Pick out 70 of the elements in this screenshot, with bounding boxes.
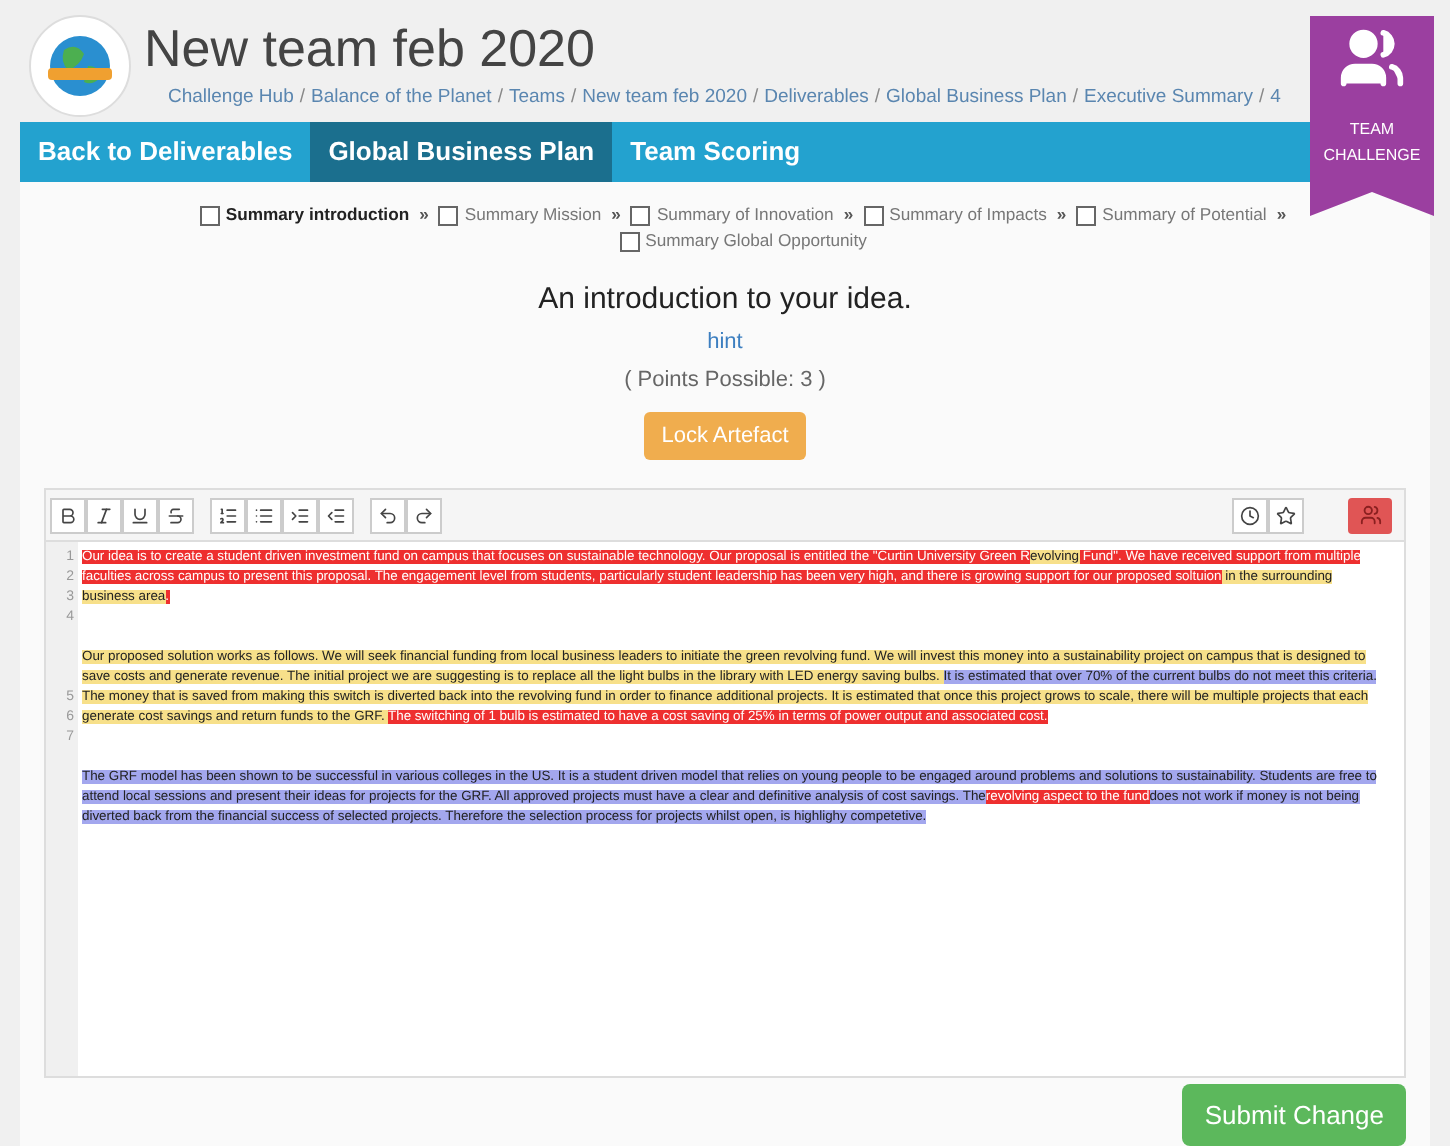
team-button[interactable] [1348, 497, 1392, 533]
nav-tab[interactable]: Team Scoring [612, 122, 819, 182]
redo-icon [414, 505, 434, 525]
numbered-list-icon [218, 505, 238, 525]
breadcrumb-divider: / [497, 84, 503, 112]
numbered-list-button[interactable] [210, 497, 246, 533]
breadcrumb-link[interactable]: New team feb 2020 [582, 84, 747, 113]
indent-icon [290, 505, 310, 525]
breadcrumb-divider: / [752, 84, 759, 112]
nav-tab[interactable]: Global Business Plan [310, 122, 613, 182]
step-checkbox[interactable] [863, 205, 884, 225]
lock-artefact-button[interactable]: Lock Artefact [643, 411, 807, 460]
hint-link[interactable]: hint [707, 325, 743, 358]
undo-icon [378, 505, 398, 525]
step-label[interactable]: Summary of Innovation [656, 202, 834, 228]
step-label[interactable]: Summary of Potential [1102, 202, 1267, 228]
question-title: An introduction to your idea. [538, 280, 912, 320]
bold-button[interactable] [50, 497, 86, 533]
breadcrumb-divider: / [570, 84, 577, 112]
underline-icon [130, 505, 150, 525]
redo-button[interactable] [406, 497, 442, 533]
step-label[interactable]: Summary Mission [464, 202, 602, 228]
breadcrumb-link[interactable]: 4 [1270, 84, 1281, 113]
step-checkbox[interactable] [619, 231, 640, 251]
step-checkbox[interactable] [1076, 205, 1097, 225]
underline-button[interactable] [122, 497, 158, 533]
step-separator: » [1276, 202, 1287, 228]
italic-icon [94, 505, 114, 525]
step-checkbox[interactable] [630, 205, 651, 225]
people-icon [1359, 504, 1381, 526]
breadcrumb-divider: / [299, 84, 305, 112]
step-label[interactable]: Summary Global Opportunity [645, 228, 867, 254]
breadcrumb-link[interactable]: Challenge Hub [168, 84, 294, 113]
logo-icon [28, 14, 132, 118]
step-label[interactable]: Summary introduction [225, 202, 410, 228]
clock-icon [1240, 505, 1260, 525]
outdent-button[interactable] [318, 497, 354, 533]
undo-button[interactable] [370, 497, 406, 533]
indent-button[interactable] [282, 497, 318, 533]
step-separator: » [843, 202, 854, 228]
breadcrumb-link[interactable]: Teams [508, 84, 565, 113]
step-checkbox[interactable] [199, 205, 220, 225]
italic-button[interactable] [86, 497, 122, 533]
step-label[interactable]: Summary of Impacts [889, 202, 1047, 228]
team-title: New team feb 2020 [144, 16, 595, 80]
star-icon [1276, 505, 1296, 525]
breadcrumb-divider: / [1258, 84, 1265, 112]
star-button[interactable] [1268, 497, 1304, 533]
breadcrumb-link[interactable]: Global Business Plan [886, 84, 1067, 113]
step-checkbox[interactable] [438, 205, 459, 225]
bold-icon [58, 505, 78, 525]
step-separator: » [1056, 202, 1067, 228]
breadcrumb-link[interactable]: Deliverables [764, 84, 869, 113]
breadcrumb-link[interactable]: Executive Summary [1084, 84, 1253, 113]
breadcrumb-link[interactable]: Balance of the Planet [311, 84, 492, 113]
bullet-list-button[interactable] [246, 497, 282, 533]
breadcrumb-divider: / [1072, 84, 1078, 112]
step-separator: » [611, 202, 621, 228]
people-icon [1338, 24, 1406, 92]
submit-change-button[interactable]: Submit Change [1182, 1083, 1406, 1146]
nav-tab[interactable]: Back to Deliverables [20, 122, 311, 182]
breadcrumb-divider: / [874, 84, 881, 112]
bullet-list-icon [254, 505, 274, 525]
strikethrough-icon [166, 505, 186, 525]
outdent-icon [326, 505, 346, 525]
points-text: ( Points Possible: 3 ) [624, 366, 826, 396]
strikethrough-button[interactable] [158, 497, 194, 533]
step-separator: » [419, 202, 429, 228]
badge-label: TEAM CHALLENGE [1321, 118, 1423, 168]
history-button[interactable] [1232, 497, 1268, 533]
